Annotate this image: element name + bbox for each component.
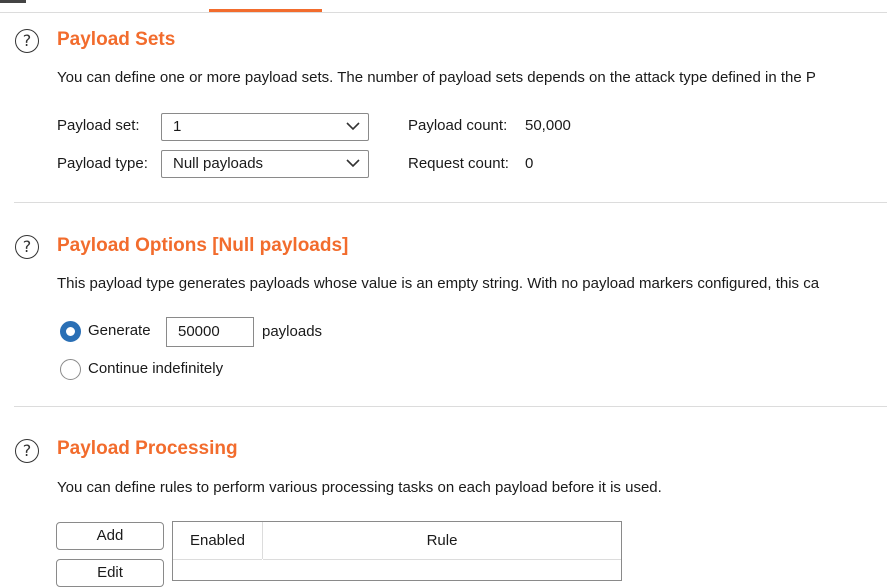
payload-type-select[interactable]: Null payloads	[161, 150, 369, 178]
tab-fragment	[0, 0, 26, 3]
active-tab-indicator	[209, 9, 322, 12]
payload-type-value: Null payloads	[173, 155, 264, 172]
payload-processing-description: You can define rules to perform various …	[57, 479, 662, 496]
request-count-label: Request count:	[408, 155, 509, 172]
continue-indefinitely-label: Continue indefinitely	[88, 360, 224, 377]
section-divider	[14, 202, 887, 203]
table-header-rule[interactable]: Rule	[263, 522, 621, 560]
payload-options-description: This payload type generates payloads who…	[57, 275, 820, 292]
payload-sets-title: Payload Sets	[57, 29, 176, 50]
continue-indefinitely-radio[interactable]	[60, 359, 81, 380]
generate-radio[interactable]	[60, 321, 81, 342]
payloads-suffix-label: payloads	[262, 323, 323, 340]
tab-strip	[0, 0, 887, 13]
payload-set-select[interactable]: 1	[161, 113, 369, 141]
payload-set-label: Payload set:	[57, 117, 140, 134]
edit-button[interactable]: Edit	[56, 559, 164, 587]
payload-processing-title: Payload Processing	[57, 438, 238, 459]
payload-options-title: Payload Options [Null payloads]	[57, 235, 349, 256]
table-header-enabled[interactable]: Enabled	[173, 522, 262, 560]
request-count-value: 0	[525, 155, 534, 172]
chevron-down-icon	[346, 159, 360, 168]
payload-type-label: Payload type:	[57, 155, 148, 172]
payload-sets-description: You can define one or more payload sets.…	[57, 69, 816, 86]
payload-set-value: 1	[173, 118, 182, 135]
payload-count-value: 50,000	[525, 117, 571, 134]
help-icon[interactable]: ?	[15, 235, 39, 259]
help-icon[interactable]: ?	[15, 29, 39, 53]
chevron-down-icon	[346, 122, 360, 131]
generate-count-input[interactable]: 50000	[166, 317, 254, 347]
add-button[interactable]: Add	[56, 522, 164, 550]
payload-count-label: Payload count:	[408, 117, 508, 134]
help-icon[interactable]: ?	[15, 439, 39, 463]
generate-label: Generate	[88, 322, 151, 339]
processing-rules-table[interactable]: Enabled Rule	[172, 521, 622, 581]
section-divider	[14, 406, 887, 407]
